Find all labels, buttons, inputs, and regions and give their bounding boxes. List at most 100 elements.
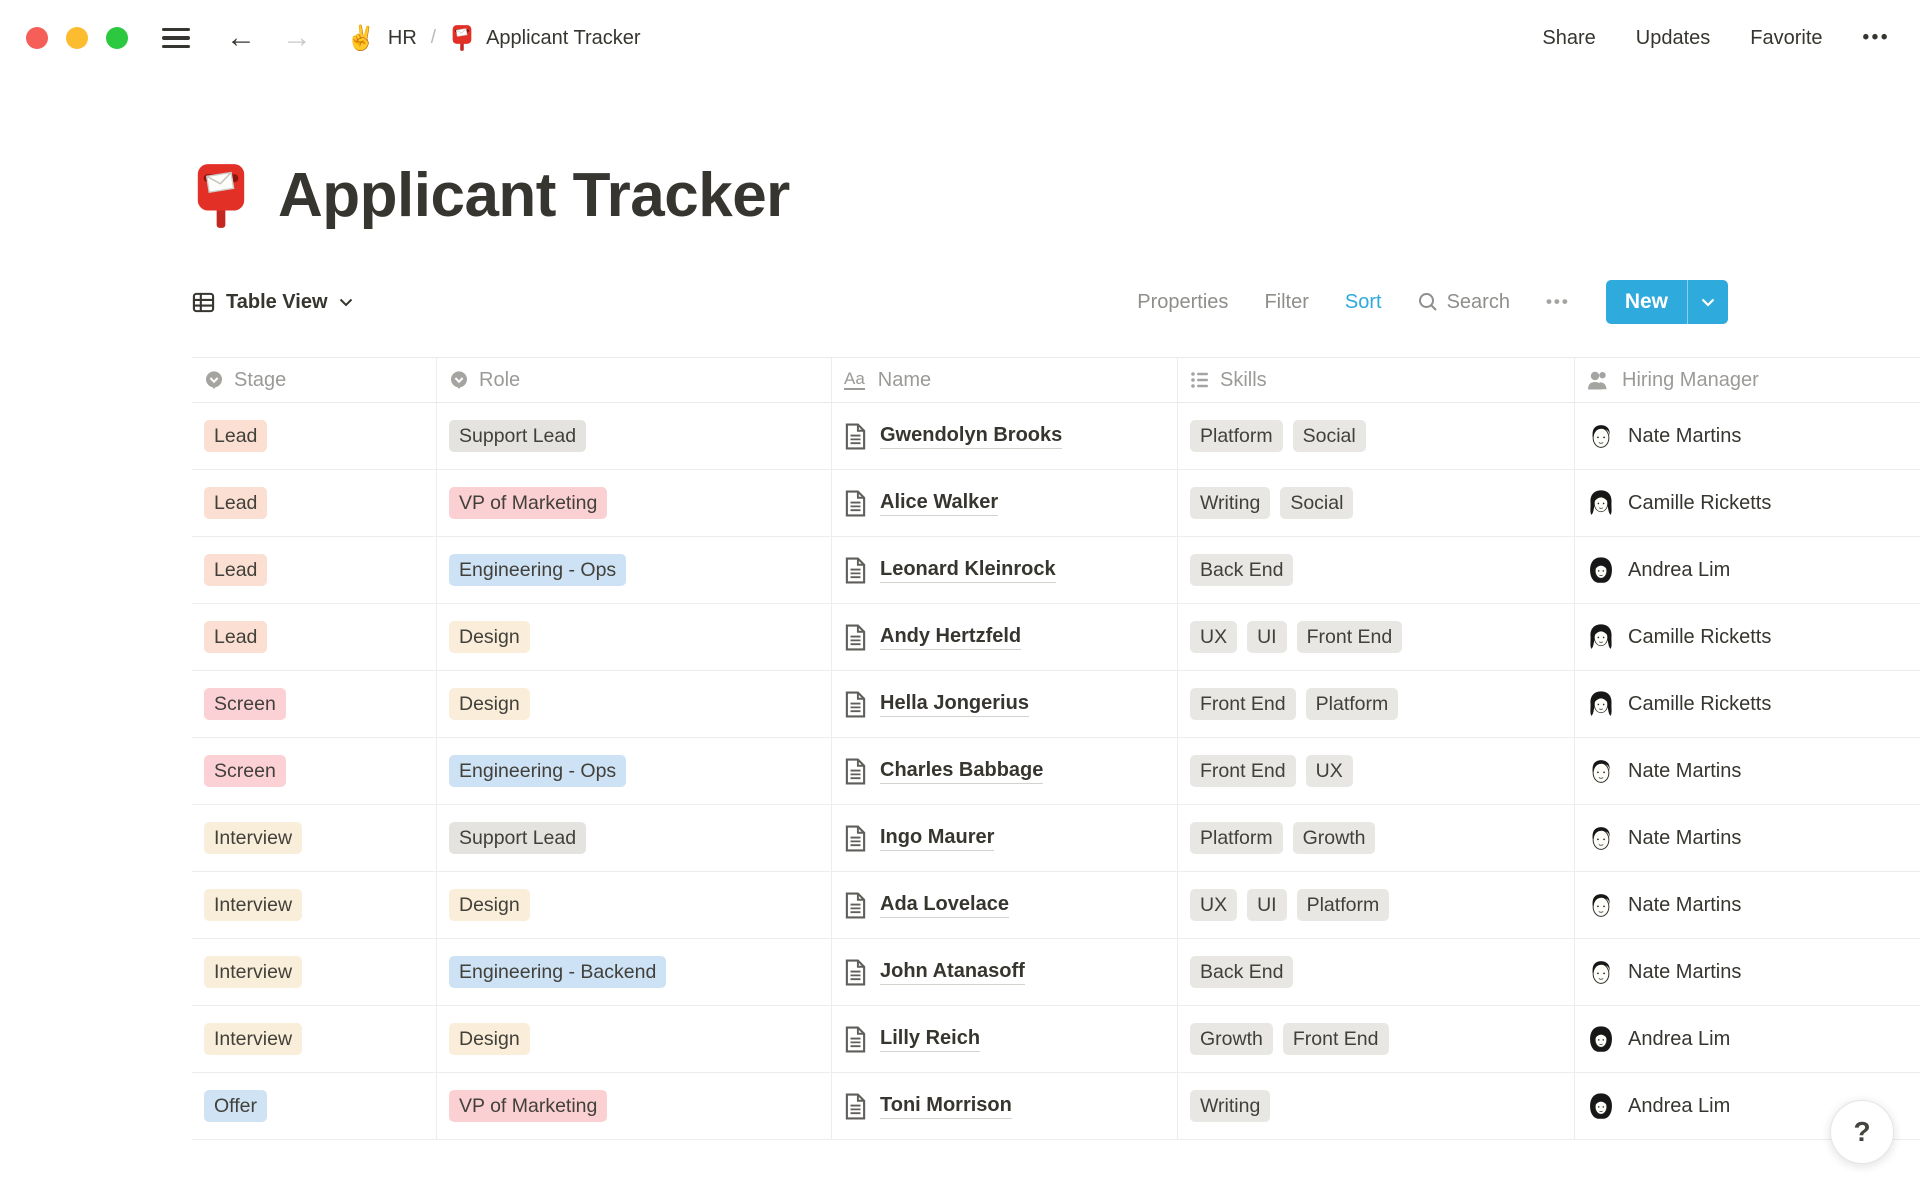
updates-button[interactable]: Updates	[1636, 27, 1711, 50]
name-link[interactable]: Leonard Kleinrock	[880, 558, 1056, 583]
page-icon-mailbox[interactable]	[192, 161, 250, 231]
role-cell[interactable]: Engineering - Backend	[437, 939, 832, 1005]
role-cell[interactable]: VP of Marketing	[437, 1073, 832, 1139]
name-cell[interactable]: Gwendolyn Brooks	[832, 403, 1178, 469]
manager-cell[interactable]: Nate Martins	[1575, 805, 1920, 871]
role-cell[interactable]: Design	[437, 872, 832, 938]
stage-cell[interactable]: Lead	[192, 537, 437, 603]
role-cell[interactable]: Engineering - Ops	[437, 738, 832, 804]
sort-button[interactable]: Sort	[1345, 291, 1382, 314]
column-header-name[interactable]: Aa Name	[832, 358, 1178, 402]
table-row[interactable]: Lead Design Andy Hertzfeld UX UI Front End…	[192, 604, 1920, 671]
table-row[interactable]: Interview Design Lilly Reich Growth Front…	[192, 1006, 1920, 1073]
new-button[interactable]: New	[1605, 280, 1728, 324]
manager-cell[interactable]: Nate Martins	[1575, 939, 1920, 1005]
search-button[interactable]: Search	[1418, 291, 1510, 314]
column-header-role[interactable]: Role	[437, 358, 832, 402]
skills-cell[interactable]: Writing Social	[1178, 470, 1575, 536]
stage-cell[interactable]: Lead	[192, 403, 437, 469]
name-link[interactable]: Gwendolyn Brooks	[880, 424, 1063, 449]
role-cell[interactable]: Design	[437, 1006, 832, 1072]
name-cell[interactable]: Lilly Reich	[832, 1006, 1178, 1072]
name-link[interactable]: Hella Jongerius	[880, 692, 1029, 717]
stage-cell[interactable]: Interview	[192, 939, 437, 1005]
name-link[interactable]: Toni Morrison	[880, 1094, 1012, 1119]
table-row[interactable]: Interview Engineering - Backend John Ata…	[192, 939, 1920, 1006]
name-cell[interactable]: Charles Babbage	[832, 738, 1178, 804]
column-header-hiring-manager[interactable]: Hiring Manager	[1575, 358, 1920, 402]
table-row[interactable]: Offer VP of Marketing Toni Morrison Writ…	[192, 1073, 1920, 1140]
properties-button[interactable]: Properties	[1137, 291, 1228, 314]
manager-cell[interactable]: Camille Ricketts	[1575, 470, 1920, 536]
sidebar-menu-icon[interactable]	[162, 27, 190, 49]
manager-cell[interactable]: Andrea Lim	[1575, 1006, 1920, 1072]
table-row[interactable]: Lead Engineering - Ops Leonard Kleinrock…	[192, 537, 1920, 604]
zoom-window-button[interactable]	[106, 27, 128, 49]
role-cell[interactable]: VP of Marketing	[437, 470, 832, 536]
skills-cell[interactable]: Growth Front End	[1178, 1006, 1575, 1072]
breadcrumb-workspace[interactable]: HR	[388, 27, 417, 50]
stage-cell[interactable]: Lead	[192, 470, 437, 536]
name-cell[interactable]: John Atanasoff	[832, 939, 1178, 1005]
stage-cell[interactable]: Interview	[192, 805, 437, 871]
skills-cell[interactable]: UX UI Platform	[1178, 872, 1575, 938]
new-button-label[interactable]: New	[1606, 280, 1687, 324]
forward-arrow-icon[interactable]: →	[282, 23, 312, 53]
favorite-button[interactable]: Favorite	[1750, 27, 1822, 50]
skills-cell[interactable]: Platform Social	[1178, 403, 1575, 469]
manager-cell[interactable]: Nate Martins	[1575, 872, 1920, 938]
breadcrumb-page[interactable]: Applicant Tracker	[486, 27, 641, 50]
share-button[interactable]: Share	[1542, 27, 1595, 50]
manager-cell[interactable]: Andrea Lim	[1575, 537, 1920, 603]
column-header-skills[interactable]: Skills	[1178, 358, 1575, 402]
view-more-options-icon[interactable]: •••	[1546, 292, 1570, 312]
stage-cell[interactable]: Interview	[192, 1006, 437, 1072]
name-link[interactable]: Lilly Reich	[880, 1027, 981, 1052]
skills-cell[interactable]: Writing	[1178, 1073, 1575, 1139]
manager-cell[interactable]: Camille Ricketts	[1575, 671, 1920, 737]
name-link[interactable]: Ingo Maurer	[880, 826, 995, 851]
stage-cell[interactable]: Screen	[192, 738, 437, 804]
more-options-icon[interactable]: •••	[1863, 27, 1890, 49]
name-cell[interactable]: Alice Walker	[832, 470, 1178, 536]
new-dropdown-chevron-icon[interactable]	[1687, 280, 1728, 324]
table-view-selector[interactable]: Table View	[192, 291, 353, 314]
role-cell[interactable]: Engineering - Ops	[437, 537, 832, 603]
table-row[interactable]: Screen Engineering - Ops Charles Babbage…	[192, 738, 1920, 805]
table-row[interactable]: Interview Support Lead Ingo Maurer Platf…	[192, 805, 1920, 872]
back-arrow-icon[interactable]: ←	[226, 23, 256, 53]
name-cell[interactable]: Toni Morrison	[832, 1073, 1178, 1139]
table-row[interactable]: Interview Design Ada Lovelace UX UI Platfo…	[192, 872, 1920, 939]
skills-cell[interactable]: Platform Growth	[1178, 805, 1575, 871]
skills-cell[interactable]: Front End Platform	[1178, 671, 1575, 737]
name-cell[interactable]: Andy Hertzfeld	[832, 604, 1178, 670]
manager-cell[interactable]: Nate Martins	[1575, 403, 1920, 469]
name-link[interactable]: Andy Hertzfeld	[880, 625, 1022, 650]
name-link[interactable]: John Atanasoff	[880, 960, 1025, 985]
name-cell[interactable]: Ada Lovelace	[832, 872, 1178, 938]
stage-cell[interactable]: Interview	[192, 872, 437, 938]
skills-cell[interactable]: Back End	[1178, 537, 1575, 603]
stage-cell[interactable]: Screen	[192, 671, 437, 737]
skills-cell[interactable]: UX UI Front End	[1178, 604, 1575, 670]
name-cell[interactable]: Leonard Kleinrock	[832, 537, 1178, 603]
filter-button[interactable]: Filter	[1264, 291, 1308, 314]
skills-cell[interactable]: Front End UX	[1178, 738, 1575, 804]
role-cell[interactable]: Design	[437, 671, 832, 737]
column-header-stage[interactable]: Stage	[192, 358, 437, 402]
help-button[interactable]: ?	[1830, 1100, 1894, 1164]
name-link[interactable]: Ada Lovelace	[880, 893, 1009, 918]
role-cell[interactable]: Support Lead	[437, 805, 832, 871]
name-cell[interactable]: Ingo Maurer	[832, 805, 1178, 871]
role-cell[interactable]: Support Lead	[437, 403, 832, 469]
name-cell[interactable]: Hella Jongerius	[832, 671, 1178, 737]
role-cell[interactable]: Design	[437, 604, 832, 670]
skills-cell[interactable]: Back End	[1178, 939, 1575, 1005]
stage-cell[interactable]: Offer	[192, 1073, 437, 1139]
table-row[interactable]: Lead Support Lead Gwendolyn Brooks Platf…	[192, 403, 1920, 470]
table-row[interactable]: Screen Design Hella Jongerius Front End P…	[192, 671, 1920, 738]
name-link[interactable]: Charles Babbage	[880, 759, 1044, 784]
close-window-button[interactable]	[26, 27, 48, 49]
minimize-window-button[interactable]	[66, 27, 88, 49]
stage-cell[interactable]: Lead	[192, 604, 437, 670]
